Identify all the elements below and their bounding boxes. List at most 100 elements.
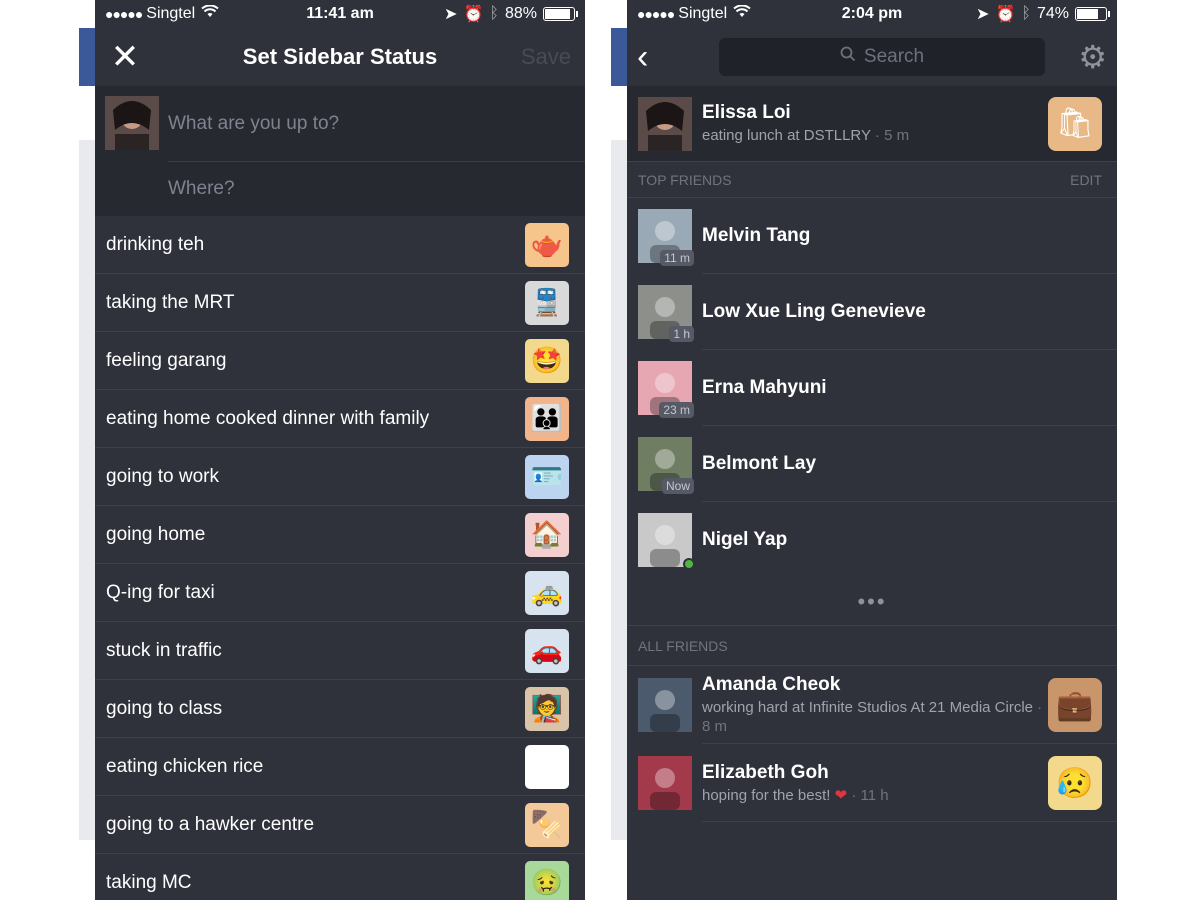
- status-option-label: taking the MRT: [106, 291, 235, 313]
- friend-status-text: hoping for the best!: [702, 786, 831, 804]
- status-option-label: taking MC: [106, 871, 192, 893]
- plate-icon: 🍽: [525, 744, 569, 789]
- my-status-time: 5 m: [884, 127, 910, 144]
- status-option-label: drinking teh: [106, 233, 205, 255]
- my-name: Elissa Loi: [702, 102, 791, 123]
- friend-row[interactable]: Amanda Cheok working hard at Infinite Stu…: [627, 666, 1117, 744]
- location-icon: ➤: [976, 6, 990, 23]
- status-option[interactable]: taking MC 🤢: [95, 854, 585, 900]
- avatar: Now: [638, 437, 694, 494]
- status-option[interactable]: going to a hawker centre 🍢: [95, 796, 585, 854]
- last-active-badge: Now: [661, 478, 694, 494]
- status-option[interactable]: going to class 🧑‍🏫: [95, 680, 585, 738]
- status-option-label: stuck in traffic: [106, 639, 222, 661]
- battery-percent: 74%: [1036, 5, 1069, 22]
- train-icon: 🚆: [525, 280, 569, 325]
- chalkboard-icon: 🧑‍🏫: [525, 686, 569, 731]
- friend-info: Amanda Cheok working hard at Infinite Stu…: [702, 674, 1048, 736]
- wifi-icon: [201, 4, 219, 23]
- lunch-bag-icon: 🛍: [1048, 96, 1102, 151]
- status-option[interactable]: feeling garang 🤩: [95, 332, 585, 390]
- friend-row[interactable]: Now Belmont Lay: [627, 426, 1117, 502]
- friend-status-time: 8 m: [702, 718, 728, 735]
- friend-name: Low Xue Ling Genevieve: [702, 301, 926, 322]
- status-option[interactable]: eating home cooked dinner with family 👪: [95, 390, 585, 448]
- avatar: 1 h: [638, 285, 694, 342]
- background-panel: [79, 140, 95, 840]
- chat-sidebar-screen: ●●●●● Singtel 2:04 pm ➤ ⏰ ᛒ 74% ‹ Search: [627, 0, 1117, 900]
- status-options-list: drinking teh 🫖 taking the MRT 🚆 feeling gara…: [95, 216, 585, 900]
- id-badge-icon: 🪪: [525, 454, 569, 499]
- friend-row[interactable]: 23 m Erna Mahyuni: [627, 350, 1117, 426]
- avatar: [638, 756, 692, 810]
- search-input[interactable]: Search: [719, 38, 1045, 76]
- status-option[interactable]: going to work 🪪: [95, 448, 585, 506]
- wifi-icon: [733, 4, 751, 23]
- status-option-label: going to a hawker centre: [106, 813, 315, 835]
- top-friends-title: TOP FRIENDS: [638, 171, 732, 188]
- all-friends-title: ALL FRIENDS: [638, 637, 728, 654]
- carrier-label: Singtel: [678, 5, 728, 22]
- back-chevron-icon[interactable]: ‹: [637, 40, 687, 74]
- nav-header: ‹ Search ⚙: [627, 28, 1117, 86]
- status-option[interactable]: eating chicken rice 🍽: [95, 738, 585, 796]
- star-eyes-icon: 🤩: [525, 338, 569, 383]
- edit-button[interactable]: EDIT: [1070, 172, 1102, 188]
- friend-name: Amanda Cheok: [702, 674, 841, 695]
- signal-icon: ●●●●●: [105, 6, 143, 22]
- set-sidebar-status-screen: ●●●●● Singtel 11:41 am ➤ ⏰ ᛒ 88% ✕ Set S…: [95, 0, 585, 900]
- status-option-label: eating chicken rice: [106, 755, 264, 777]
- where-input[interactable]: Where?: [168, 162, 585, 216]
- avatar: [638, 96, 692, 151]
- friend-row[interactable]: Nigel Yap: [627, 502, 1117, 578]
- last-active-badge: 23 m: [659, 402, 694, 418]
- gear-icon[interactable]: ⚙: [1078, 41, 1107, 73]
- close-icon[interactable]: ✕: [95, 28, 155, 86]
- status-option[interactable]: Q-ing for taxi 🚕: [95, 564, 585, 622]
- friend-status: hoping for the best! ❤ · 11 h: [702, 786, 889, 804]
- carrier-label: Singtel: [146, 5, 196, 22]
- friend-name: Belmont Lay: [702, 453, 817, 474]
- status-option-label: going home: [106, 523, 206, 545]
- satay-icon: 🍢: [525, 802, 569, 847]
- background-bar: [611, 28, 627, 86]
- search-placeholder: Search: [863, 46, 925, 67]
- more-friends-button[interactable]: •••: [627, 578, 1117, 626]
- taxi-icon: 🚕: [525, 570, 569, 615]
- status-option-label: going to work: [106, 465, 220, 487]
- family-icon: 👪: [525, 396, 569, 441]
- battery-icon: [543, 7, 578, 21]
- signal-icon: ●●●●●: [637, 6, 675, 22]
- what-input[interactable]: What are you up to?: [168, 86, 585, 162]
- bluetooth-icon: ᛒ: [489, 5, 499, 22]
- status-option[interactable]: going home 🏠: [95, 506, 585, 564]
- all-friends-header: ALL FRIENDS: [627, 626, 1117, 666]
- last-active-badge: 1 h: [669, 326, 694, 342]
- top-friends-list: 11 m Melvin Tang 1 h Low Xue Ling Genevieve…: [627, 198, 1117, 578]
- bluetooth-icon: ᛒ: [1021, 5, 1031, 22]
- save-button[interactable]: Save: [521, 44, 571, 70]
- location-icon: ➤: [444, 6, 458, 23]
- status-bar: ●●●●● Singtel 2:04 pm ➤ ⏰ ᛒ 74%: [627, 0, 1117, 28]
- avatar: [638, 513, 695, 570]
- search-icon: [840, 46, 856, 68]
- friend-status-time: 11 h: [860, 786, 889, 804]
- friend-info: Elizabeth Goh hoping for the best! ❤ · 11…: [702, 762, 1048, 805]
- friend-row[interactable]: 1 h Low Xue Ling Genevieve: [627, 274, 1117, 350]
- last-active-badge: 11 m: [660, 250, 694, 266]
- status-option[interactable]: drinking teh 🫖: [95, 216, 585, 274]
- avatar: 11 m: [638, 209, 694, 266]
- friend-name: Elizabeth Goh: [702, 761, 829, 783]
- status-option-label: eating home cooked dinner with family: [106, 407, 430, 429]
- avatar: [105, 96, 159, 150]
- my-status-row[interactable]: Elissa Loi eating lunch at DSTLLRY · 5 m…: [627, 86, 1117, 162]
- all-friends-list: Amanda Cheok working hard at Infinite Stu…: [627, 666, 1117, 822]
- avatar: 23 m: [638, 361, 694, 418]
- status-option[interactable]: stuck in traffic 🚗: [95, 622, 585, 680]
- friend-status: working hard at Infinite Studios At 21 M…: [702, 699, 1043, 735]
- status-option[interactable]: taking the MRT 🚆: [95, 274, 585, 332]
- friend-name: Erna Mahyuni: [702, 377, 827, 398]
- car-icon: 🚗: [525, 628, 569, 673]
- friend-row[interactable]: 11 m Melvin Tang: [627, 198, 1117, 274]
- friend-row[interactable]: Elizabeth Goh hoping for the best! ❤ · 11…: [627, 744, 1117, 822]
